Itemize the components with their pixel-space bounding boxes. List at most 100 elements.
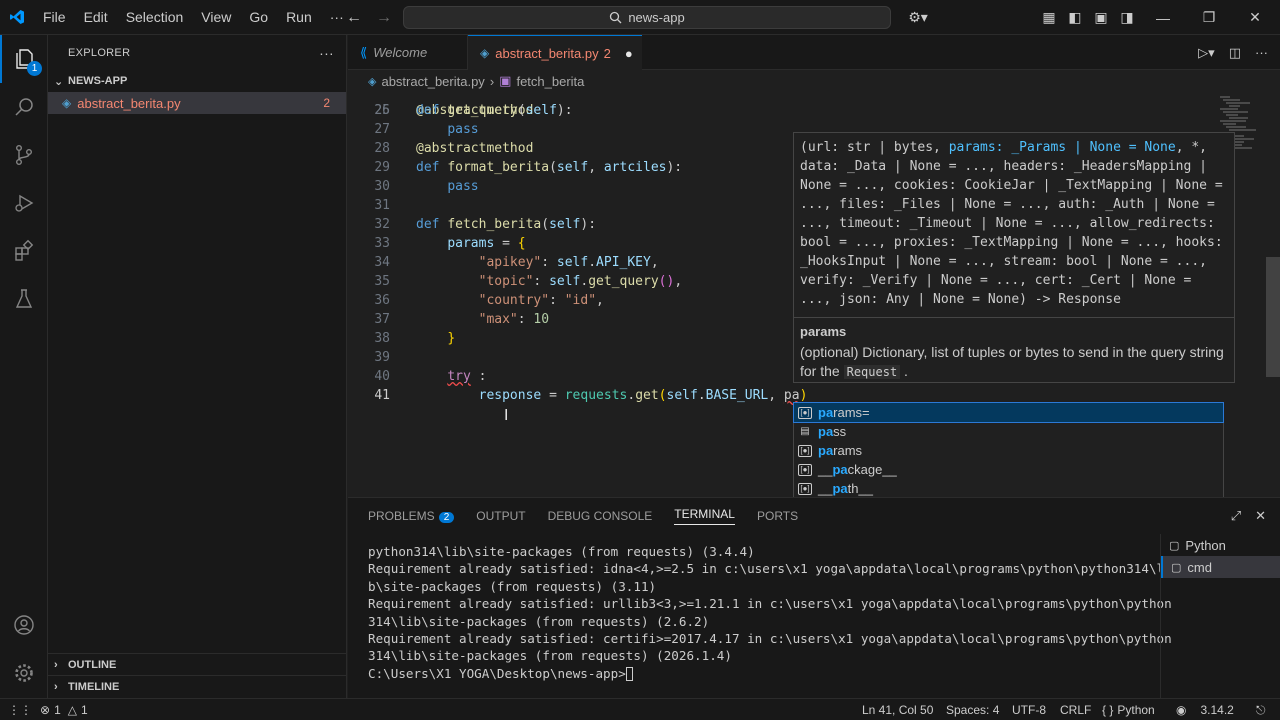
- line-ending[interactable]: CRLF: [1060, 699, 1091, 720]
- python-version: 3.14.2: [1200, 703, 1234, 717]
- run-debug-icon[interactable]: [0, 179, 48, 227]
- tab-label: abstract_berita.py: [495, 45, 599, 61]
- restore-icon[interactable]: ❐: [1186, 0, 1232, 35]
- suggestion-item[interactable]: [●] __package__: [794, 460, 1223, 479]
- param-name: params: [800, 324, 847, 339]
- line-number: 28: [374, 141, 390, 156]
- line-source: pass: [447, 122, 479, 137]
- remote-icon: ⋮⋮: [8, 703, 32, 717]
- breadcrumb-file[interactable]: abstract_berita.py: [381, 74, 484, 89]
- suggestion-item[interactable]: [●] params: [794, 441, 1223, 460]
- error-count: 1: [54, 703, 61, 717]
- terminal-cmd[interactable]: ▢ cmd: [1161, 556, 1280, 578]
- menu-edit[interactable]: Edit: [75, 0, 117, 35]
- tab-problems-label: PROBLEMS: [368, 508, 435, 523]
- toggle-primary-sidebar-icon[interactable]: ◧: [1062, 0, 1088, 35]
- manage-gear-icon[interactable]: [0, 649, 48, 697]
- variable-symbol-icon: [●]: [798, 406, 812, 419]
- toggle-secondary-sidebar-icon[interactable]: ◨: [1114, 0, 1140, 35]
- split-editor-icon[interactable]: ◫: [1229, 45, 1241, 61]
- more-actions-icon[interactable]: ···: [1255, 45, 1268, 60]
- explorer-sidebar: EXPLORER ··· ⌄ NEWS-APP ◈ abstract_berit…: [48, 35, 347, 698]
- language-mode[interactable]: { } Python: [1102, 699, 1155, 720]
- cursor-position[interactable]: Ln 41, Col 50: [862, 699, 933, 720]
- outline-section[interactable]: › OUTLINE: [48, 654, 347, 676]
- notifications-bell-icon[interactable]: ⎋: [1256, 699, 1266, 720]
- variable-symbol-icon: [●]: [798, 482, 812, 495]
- line-number: 35: [374, 274, 390, 289]
- line-number: 31: [374, 198, 390, 213]
- suggestion-label: params=: [818, 405, 870, 420]
- editor-scrollbar[interactable]: [1266, 257, 1280, 377]
- source-control-icon[interactable]: [0, 131, 48, 179]
- file-name: abstract_berita.py: [77, 95, 181, 111]
- line-source: def format_berita(self, artciles):: [416, 160, 683, 175]
- suggestion-label: __path__: [818, 481, 873, 496]
- accounts-icon[interactable]: [0, 601, 48, 649]
- encoding[interactable]: UTF-8: [1012, 699, 1046, 720]
- command-center-search[interactable]: news-app: [403, 6, 891, 29]
- code-line: 26 def get_query(self):: [348, 101, 1198, 120]
- indentation[interactable]: Spaces: 4: [946, 699, 999, 720]
- unsaved-dot-icon[interactable]: ●: [625, 46, 633, 61]
- customize-layout-icon[interactable]: ▦: [1036, 0, 1062, 35]
- tab-abstract-berita[interactable]: ◈ abstract_berita.py 2 ●: [468, 35, 642, 70]
- python-interpreter[interactable]: ◉ 3.14.2: [1176, 699, 1234, 720]
- search-view-icon[interactable]: [0, 83, 48, 131]
- problems-status[interactable]: ⊗ 1 △ 1: [40, 699, 88, 720]
- toggle-panel-icon[interactable]: ▣: [1088, 0, 1114, 35]
- vscode-logo-icon: [0, 0, 34, 35]
- testing-icon[interactable]: [0, 275, 48, 323]
- menu-go[interactable]: Go: [240, 0, 277, 35]
- line-number: 38: [374, 331, 390, 346]
- tab-debug-console[interactable]: DEBUG CONSOLE: [548, 509, 653, 523]
- remote-indicator[interactable]: ⋮⋮: [8, 699, 32, 720]
- tab-label: Welcome: [373, 45, 428, 60]
- chevron-right-icon: ›: [54, 681, 58, 693]
- close-window-icon[interactable]: ✕: [1232, 0, 1278, 35]
- forward-arrow-icon[interactable]: →: [376, 9, 392, 27]
- run-file-icon[interactable]: ▷▾: [1198, 45, 1215, 61]
- back-arrow-icon[interactable]: ←: [346, 9, 362, 27]
- menu-file[interactable]: File: [34, 0, 75, 35]
- terminal-icon: ▢: [1169, 539, 1180, 552]
- line-number: 34: [374, 255, 390, 270]
- menu-run[interactable]: Run: [277, 0, 321, 35]
- menu-selection[interactable]: Selection: [117, 0, 193, 35]
- copilot-icon[interactable]: ⚙▾: [900, 0, 936, 35]
- tab-ports[interactable]: PORTS: [757, 509, 798, 523]
- suggestion-item[interactable]: [●] params=: [793, 402, 1224, 423]
- explorer-icon[interactable]: 1: [0, 35, 48, 83]
- python-file-icon: ◈: [62, 96, 72, 110]
- menu-view[interactable]: View: [192, 0, 240, 35]
- error-icon: ⊗: [40, 703, 51, 717]
- search-icon: [610, 11, 622, 24]
- terminal-output[interactable]: python314\lib\site-packages (from reques…: [368, 543, 1172, 682]
- line-number: 26: [374, 103, 390, 118]
- suggestion-item[interactable]: ▤ pass: [794, 422, 1223, 441]
- chevron-down-icon: ⌄: [54, 75, 64, 88]
- line-source: params = {: [447, 236, 526, 251]
- tab-welcome[interactable]: ⟪ Welcome: [348, 35, 468, 70]
- file-abstract-berita[interactable]: ◈ abstract_berita.py 2: [48, 92, 346, 114]
- tab-output[interactable]: OUTPUT: [476, 509, 525, 523]
- folder-news-app[interactable]: ⌄ NEWS-APP: [48, 70, 346, 92]
- extensions-icon[interactable]: [0, 227, 48, 275]
- explorer-more-icon[interactable]: ···: [319, 45, 334, 61]
- terminal-python[interactable]: ▢ Python: [1161, 534, 1280, 556]
- chevron-right-icon: ›: [489, 73, 495, 89]
- timeline-section[interactable]: › TIMELINE: [48, 676, 347, 698]
- braces-icon: { }: [1102, 703, 1114, 717]
- terminal-line: Requirement already satisfied: urllib3<3…: [368, 596, 1172, 612]
- signature-text: (url: str | bytes, params: _Params | Non…: [800, 140, 1231, 307]
- terminal-icon: ▢: [1171, 561, 1182, 574]
- tab-terminal[interactable]: TERMINAL: [674, 507, 735, 525]
- minimize-icon[interactable]: —: [1140, 0, 1186, 35]
- tab-problems[interactable]: PROBLEMS 2: [368, 508, 455, 523]
- breadcrumb-symbol[interactable]: fetch_berita: [516, 74, 584, 89]
- chevron-right-icon: ›: [54, 659, 58, 671]
- suggestion-label: pass: [818, 424, 847, 439]
- suggestion-item[interactable]: [●] __path__: [794, 479, 1223, 498]
- maximize-panel-icon[interactable]: ⤢: [1231, 508, 1241, 524]
- close-panel-icon[interactable]: ✕: [1255, 508, 1266, 524]
